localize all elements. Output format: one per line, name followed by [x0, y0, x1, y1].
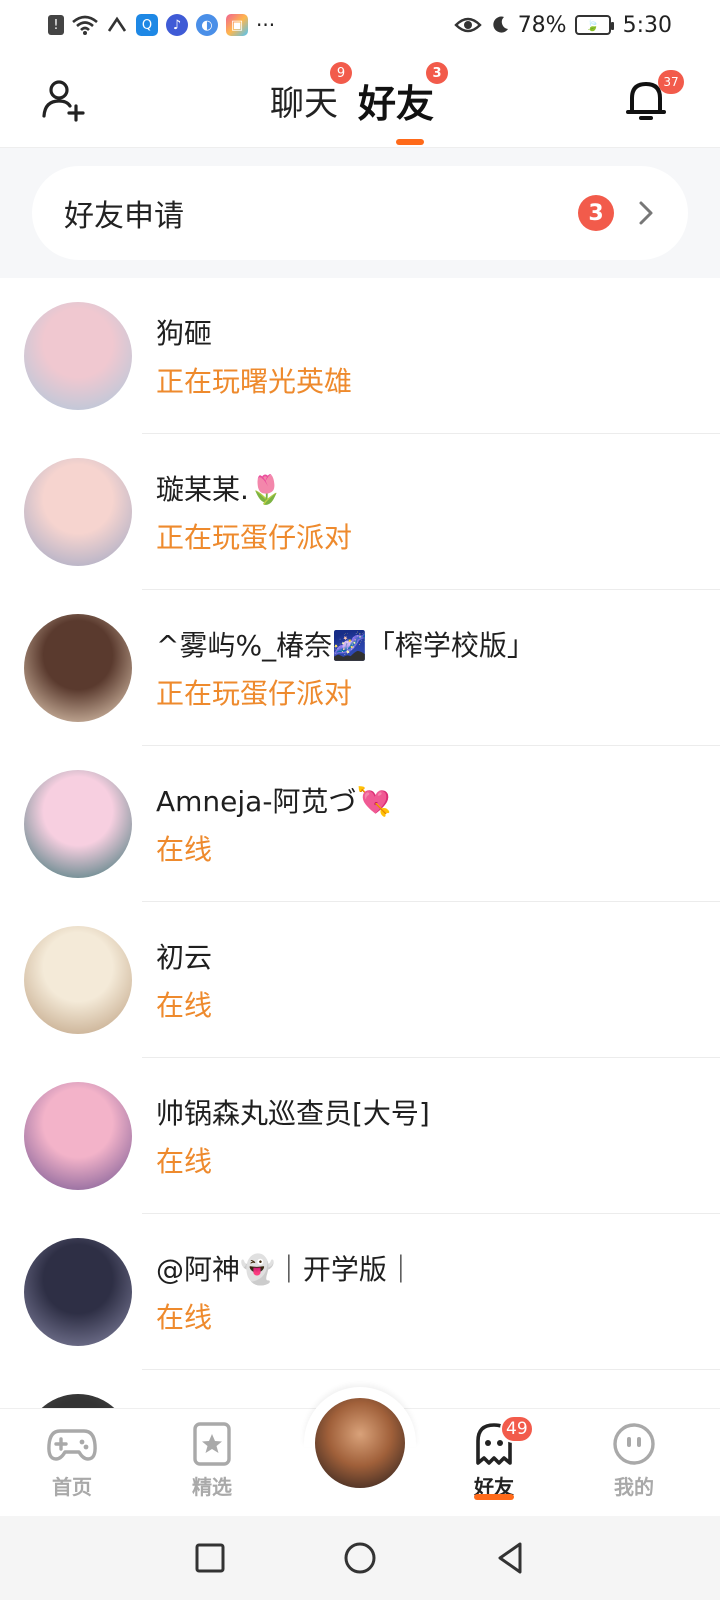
- friend-status: 在线: [156, 989, 213, 1022]
- star-card-icon: [193, 1422, 231, 1466]
- avatar[interactable]: [24, 458, 132, 566]
- avatar[interactable]: [24, 614, 132, 722]
- tab-friends-badge: 3: [426, 62, 449, 84]
- friend-status: 正在玩曙光英雄: [156, 365, 353, 398]
- friend-status: 在线: [156, 833, 213, 866]
- wifi-icon: [72, 15, 98, 35]
- system-nav-bar: [0, 1516, 720, 1600]
- tab-chat[interactable]: 聊天 9: [270, 62, 352, 130]
- tab-chat-badge: 9: [330, 62, 352, 84]
- nav-me-label: 我的: [614, 1475, 654, 1499]
- friend-request-button[interactable]: 好友申请 3: [32, 166, 688, 260]
- center-profile-button[interactable]: [312, 1395, 408, 1491]
- bottom-nav: 首页 精选 好友 49 我的: [0, 1387, 720, 1516]
- friend-request-area: 好友申请 3: [0, 148, 720, 278]
- eye-icon: [453, 17, 482, 33]
- friend-status: 在线: [156, 1145, 213, 1178]
- friend-row[interactable]: 初云 在线: [0, 902, 720, 1058]
- nav-home[interactable]: 首页: [24, 1421, 120, 1511]
- friend-row[interactable]: ^雾屿%_椿奈🌌「榨学校版」 正在玩蛋仔派对: [0, 590, 720, 746]
- nav-active-underline: [474, 1494, 514, 1500]
- nav-me[interactable]: 我的: [586, 1421, 682, 1511]
- nav-friends-badge: 49: [500, 1415, 534, 1443]
- recent-apps-icon[interactable]: [190, 1538, 230, 1578]
- active-tab-indicator: [396, 139, 424, 145]
- status-bar: ! Q ♪ ◐ ▣ ··· 78% 🍃 5:30: [0, 0, 720, 50]
- battery-icon: 🍃: [574, 15, 614, 35]
- header-tabs: 聊天 9 好友 3: [270, 62, 449, 130]
- avatar[interactable]: [24, 926, 132, 1034]
- nav-friends[interactable]: 好友 49: [446, 1415, 542, 1511]
- friend-name: 帅锅森丸巡查员[大号]: [156, 1097, 430, 1130]
- friend-status: 正在玩蛋仔派对: [156, 677, 353, 710]
- friend-status: 在线: [156, 1301, 213, 1334]
- add-friend-icon[interactable]: [40, 76, 86, 122]
- avatar[interactable]: [24, 1394, 132, 1408]
- battery-percent: 78%: [517, 12, 567, 38]
- friend-row[interactable]: Amneja-阿苋づ💘 在线: [0, 746, 720, 902]
- friend-row[interactable]: 狗砸 正在玩曙光英雄: [0, 278, 720, 434]
- friend-row[interactable]: 帅锅森丸巡查员[大号] 在线: [0, 1058, 720, 1214]
- back-triangle-icon[interactable]: [490, 1538, 530, 1578]
- nav-home-label: 首页: [52, 1475, 92, 1499]
- moon-icon: [493, 16, 508, 33]
- friend-list: 狗砸 正在玩曙光英雄 璇某某.🌷 正在玩蛋仔派对 ^雾屿%_椿奈🌌「榨学校版」 …: [0, 278, 720, 1408]
- music-app-icon: ♪: [166, 14, 188, 36]
- face-icon: [613, 1423, 655, 1465]
- nav-featured-label: 精选: [192, 1475, 232, 1499]
- status-left: ! Q ♪ ◐ ▣ ···: [48, 13, 275, 37]
- friend-status: 正在玩蛋仔派对: [156, 521, 353, 554]
- status-time: 5:30: [622, 12, 672, 38]
- tab-friends-label: 好友: [358, 81, 435, 126]
- nfc-icon: [107, 16, 127, 32]
- friend-request-label: 好友申请: [64, 199, 184, 234]
- friend-row[interactable]: @阿神👻｜开学版｜ 在线: [0, 1214, 720, 1370]
- home-circle-icon[interactable]: [340, 1538, 380, 1578]
- browser-app-icon: ◐: [196, 14, 218, 36]
- friend-name: @阿神👻｜开学版｜: [156, 1253, 415, 1286]
- sim-alert-icon: !: [48, 15, 64, 35]
- tab-friends[interactable]: 好友 3: [358, 62, 449, 130]
- avatar[interactable]: [24, 302, 132, 410]
- nav-featured[interactable]: 精选: [164, 1421, 260, 1511]
- friend-name: 初云: [156, 941, 213, 974]
- more-notifications-icon: ···: [256, 13, 276, 37]
- friend-name: 狗砸: [156, 317, 213, 350]
- tab-chat-label: 聊天: [270, 83, 338, 124]
- gallery-app-icon: ▣: [226, 14, 248, 36]
- top-header: 聊天 9 好友 3 37: [0, 50, 720, 148]
- friend-name: ^雾屿%_椿奈🌌「榨学校版」: [156, 629, 535, 662]
- gamepad-icon: [47, 1429, 97, 1461]
- bell-badge: 37: [658, 70, 684, 94]
- friend-request-count: 3: [578, 195, 614, 231]
- notifications-button[interactable]: 37: [622, 70, 684, 124]
- friend-row[interactable]: 璇某某.🌷 正在玩蛋仔派对: [0, 434, 720, 590]
- status-right: 78% 🍃 5:30: [453, 12, 672, 38]
- avatar[interactable]: [24, 770, 132, 878]
- avatar[interactable]: [24, 1238, 132, 1346]
- friend-name: 璇某某.🌷: [156, 473, 284, 506]
- chevron-right-icon: [639, 201, 653, 225]
- search-app-icon: Q: [136, 14, 158, 36]
- friend-name: Amneja-阿苋づ💘: [156, 785, 392, 818]
- avatar[interactable]: [24, 1082, 132, 1190]
